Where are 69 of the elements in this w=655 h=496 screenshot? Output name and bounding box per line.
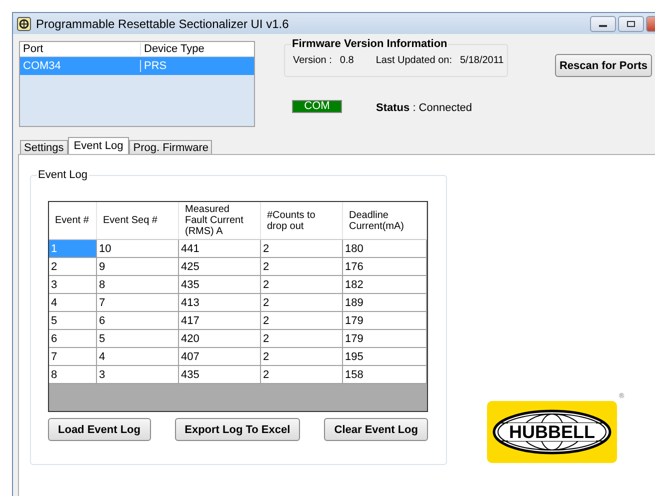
- table-cell: 2: [261, 294, 343, 312]
- table-cell: 8: [97, 276, 179, 294]
- table-cell: 425: [179, 258, 261, 276]
- table-cell: 2: [261, 240, 343, 258]
- table-cell: 8: [49, 366, 97, 384]
- tab[interactable]: Prog. Firmware: [129, 140, 212, 154]
- table-cell: 182: [343, 276, 427, 294]
- table-cell: 179: [343, 312, 427, 330]
- table-cell: 1: [49, 240, 97, 258]
- connection-indicator: COM: [292, 100, 342, 112]
- table-cell: 4: [97, 348, 179, 366]
- column-header[interactable]: Measured Fault Current (RMS) A: [179, 202, 261, 239]
- port-list[interactable]: Port Device Type COM34 PRS: [19, 41, 255, 127]
- action-button[interactable]: Clear Event Log: [324, 418, 428, 441]
- table-cell: 435: [179, 276, 261, 294]
- table-cell: 2: [261, 366, 343, 384]
- table-cell: 3: [49, 276, 97, 294]
- table-cell: 2: [49, 258, 97, 276]
- table-cell: 420: [179, 330, 261, 348]
- company-logo: HUBBELL: [487, 401, 617, 463]
- table-cell: 2: [261, 330, 343, 348]
- tab[interactable]: Event Log: [68, 137, 130, 154]
- table-cell: 189: [343, 294, 427, 312]
- table-cell: 2: [261, 312, 343, 330]
- table-cell: 6: [49, 330, 97, 348]
- table-cell: 158: [343, 366, 427, 384]
- table-cell: 195: [343, 348, 427, 366]
- table-cell: 5: [97, 330, 179, 348]
- table-cell: 2: [261, 348, 343, 366]
- table-cell: 417: [179, 312, 261, 330]
- maximize-button[interactable]: [618, 16, 644, 32]
- column-header[interactable]: Deadline Current(mA): [343, 202, 427, 239]
- action-button[interactable]: Load Event Log: [48, 418, 150, 441]
- group-title: Event Log: [37, 169, 89, 181]
- table-cell: 180: [343, 240, 427, 258]
- column-header[interactable]: Event #: [49, 202, 97, 239]
- updated-label: Last Updated on:: [376, 55, 452, 66]
- status-text: Status : Connected: [376, 102, 472, 114]
- version-value: 0.8: [340, 55, 354, 66]
- table-cell: 407: [179, 348, 261, 366]
- minimize-button[interactable]: [590, 16, 616, 32]
- window-title: Programmable Resettable Sectionalizer UI v1.6: [36, 16, 290, 30]
- updated-value: 5/18/2011: [460, 55, 504, 66]
- column-header[interactable]: Port: [20, 43, 140, 55]
- table-cell: 413: [179, 294, 261, 312]
- table-cell: 7: [97, 294, 179, 312]
- table-cell: 176: [343, 258, 427, 276]
- restore-icon: [626, 20, 636, 28]
- table-cell: 2: [261, 276, 343, 294]
- app-icon: [17, 16, 31, 30]
- tab[interactable]: Settings: [20, 140, 68, 154]
- column-header[interactable]: #Counts to drop out: [261, 202, 343, 239]
- table-cell: 179: [343, 330, 427, 348]
- table-cell: 5: [49, 312, 97, 330]
- table-cell: 3: [97, 366, 179, 384]
- column-header[interactable]: Event Seq #: [97, 202, 179, 239]
- table-cell: 9: [97, 258, 179, 276]
- table-cell: 7: [49, 348, 97, 366]
- column-header[interactable]: Device Type: [140, 43, 254, 55]
- group-title: Firmware Version Information: [291, 38, 448, 50]
- table-cell: 441: [179, 240, 261, 258]
- rescan-button[interactable]: Rescan for Ports: [555, 54, 652, 77]
- table-cell: 2: [261, 258, 343, 276]
- table-cell: 10: [97, 240, 179, 258]
- table-cell: 435: [179, 366, 261, 384]
- table-cell: 6: [97, 312, 179, 330]
- action-button[interactable]: Export Log To Excel: [174, 418, 300, 441]
- version-label: Version :: [293, 55, 332, 66]
- table-cell: 4: [49, 294, 97, 312]
